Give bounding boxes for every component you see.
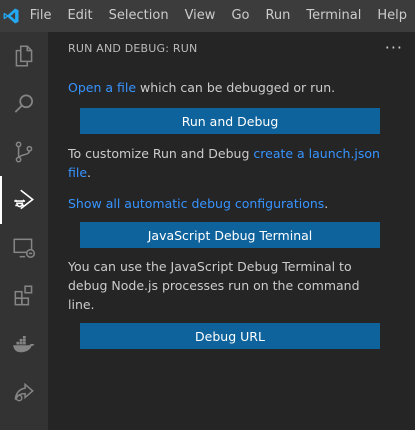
menu-view[interactable]: View <box>177 0 224 32</box>
customize-paragraph: To customize Run and Debug create a laun… <box>68 144 388 182</box>
javascript-debug-terminal-button[interactable]: JavaScript Debug Terminal <box>80 222 380 248</box>
run-and-debug-button[interactable]: Run and Debug <box>80 108 380 134</box>
show-all-end: . <box>324 196 329 211</box>
menu-run[interactable]: Run <box>257 0 298 32</box>
menu-edit[interactable]: Edit <box>59 0 100 32</box>
view-content: Open a file which can be debugged or run… <box>48 78 415 349</box>
docker-icon[interactable] <box>0 320 48 368</box>
search-icon[interactable] <box>0 80 48 128</box>
explorer-icon[interactable] <box>0 32 48 80</box>
menu-help[interactable]: Help <box>369 0 415 32</box>
show-all-configurations-link[interactable]: Show all automatic debug configurations <box>68 196 324 211</box>
view-title: RUN AND DEBUG: RUN <box>68 41 198 55</box>
source-control-icon[interactable] <box>0 128 48 176</box>
customize-end: . <box>87 165 92 180</box>
remote-explorer-icon[interactable] <box>0 224 48 272</box>
live-share-icon[interactable] <box>0 368 48 416</box>
js-terminal-description: You can use the JavaScript Debug Termina… <box>68 259 360 312</box>
menu-selection[interactable]: Selection <box>101 0 177 32</box>
extensions-icon[interactable] <box>0 272 48 320</box>
customize-text: To customize Run and Debug <box>68 146 254 161</box>
menu-go[interactable]: Go <box>223 0 257 32</box>
menu-file[interactable]: File <box>22 0 60 32</box>
activity-bar <box>0 32 48 430</box>
run-debug-sidebar: RUN AND DEBUG: RUN ··· Open a file which… <box>48 32 415 430</box>
menu-bar: File Edit Selection View Go Run Terminal… <box>22 0 415 32</box>
menu-terminal[interactable]: Terminal <box>298 0 369 32</box>
open-file-paragraph: Open a file which can be debugged or run… <box>68 78 388 97</box>
title-bar: File Edit Selection View Go Run Terminal… <box>0 0 415 32</box>
view-header: RUN AND DEBUG: RUN ··· <box>48 32 415 64</box>
open-file-link[interactable]: Open a file <box>68 80 136 95</box>
debug-url-button[interactable]: Debug URL <box>80 323 380 349</box>
vscode-logo-icon[interactable] <box>0 0 22 32</box>
open-file-text: which can be debugged or run. <box>136 80 336 95</box>
run-debug-icon[interactable] <box>0 176 48 224</box>
more-actions-icon[interactable]: ··· <box>385 40 403 56</box>
show-all-paragraph: Show all automatic debug configurations. <box>68 194 388 213</box>
